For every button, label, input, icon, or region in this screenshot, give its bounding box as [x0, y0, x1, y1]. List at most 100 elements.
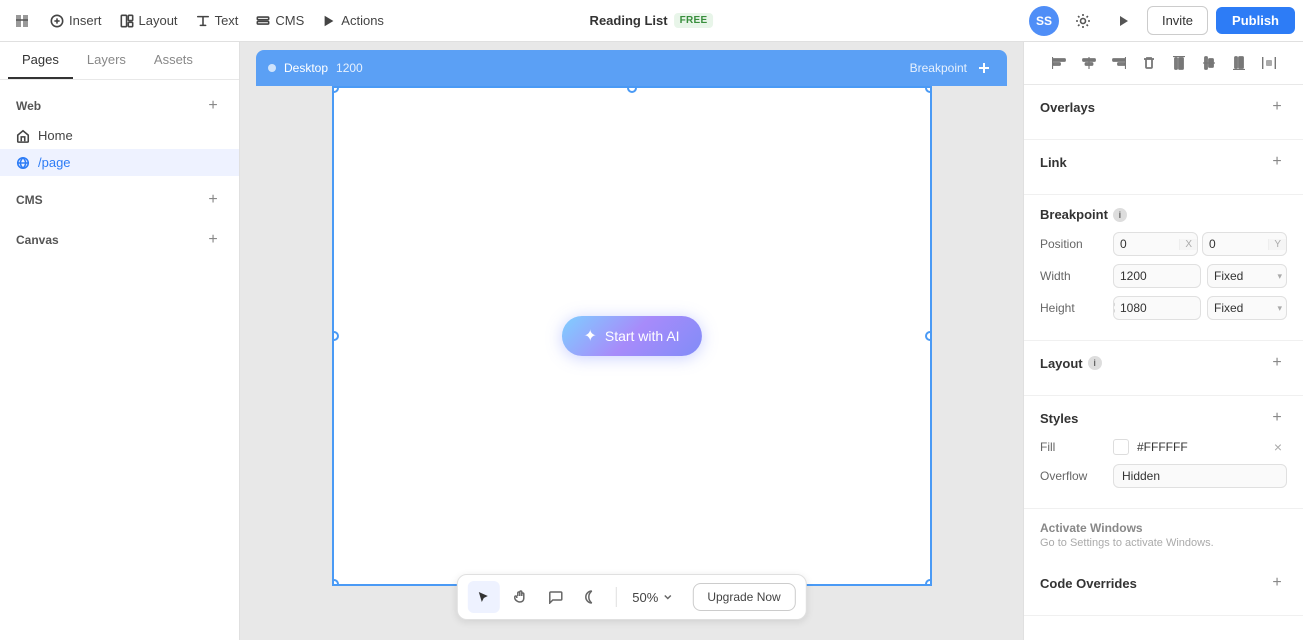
canvas-frame-wrapper: ✦ Start with AI	[332, 86, 932, 586]
code-overrides-title: Code Overrides	[1040, 576, 1137, 591]
canvas-topbar-right: Breakpoint	[910, 57, 995, 79]
dark-mode-tool[interactable]	[575, 581, 607, 613]
width-mode-arrow: ▾	[1277, 271, 1286, 282]
handle-bl[interactable]	[332, 579, 339, 586]
distribute-h-button[interactable]	[1256, 50, 1282, 76]
align-top-button[interactable]	[1166, 50, 1192, 76]
cms-button[interactable]: CMS	[248, 9, 312, 32]
text-button[interactable]: Text	[188, 9, 247, 32]
navbar-center: Reading List FREE	[590, 13, 714, 28]
globe-icon	[16, 156, 30, 170]
fill-color-swatch[interactable]	[1113, 439, 1129, 455]
fill-color-value: #FFFFFF	[1137, 440, 1261, 454]
hand-tool[interactable]	[503, 581, 535, 613]
free-badge: FREE	[674, 13, 714, 28]
comment-tool[interactable]	[539, 581, 571, 613]
panel-content: Web + Home /page CMS +	[0, 80, 239, 640]
sidebar-item-page[interactable]: /page	[0, 149, 239, 176]
handle-tr[interactable]	[925, 86, 932, 93]
height-row: Height ⛓ FixedAutoFill ▾	[1040, 296, 1287, 320]
align-center-h-button[interactable]	[1076, 50, 1102, 76]
app-logo-button[interactable]	[8, 7, 36, 35]
handle-tl[interactable]	[332, 86, 339, 93]
align-center-v-button[interactable]	[1196, 50, 1222, 76]
height-controls: ⛓ FixedAutoFill ▾	[1113, 296, 1287, 320]
handle-tm[interactable]	[627, 86, 637, 93]
web-section-title: Web	[16, 99, 41, 113]
page-label: /page	[38, 155, 71, 170]
canvas-section-title: Canvas	[16, 233, 59, 247]
position-x-input[interactable]	[1114, 233, 1179, 255]
site-name: Reading List	[590, 13, 668, 28]
avatar-button[interactable]: SS	[1029, 6, 1059, 36]
handle-ml[interactable]	[332, 331, 339, 341]
sidebar-item-home[interactable]: Home	[0, 122, 239, 149]
add-canvas-button[interactable]: +	[203, 230, 223, 250]
height-input[interactable]	[1114, 297, 1200, 319]
height-link-icon: ⛓	[1113, 300, 1118, 317]
height-label: Height	[1040, 301, 1105, 315]
fill-row: Fill #FFFFFF ×	[1040, 438, 1287, 456]
add-link-button[interactable]: +	[1267, 152, 1287, 172]
height-value-wrap: ⛓	[1113, 296, 1201, 320]
canvas-section-header: Canvas +	[0, 224, 239, 256]
position-y-input[interactable]	[1203, 233, 1268, 255]
position-x-wrap: X	[1113, 232, 1198, 256]
topbar-indicator	[268, 64, 276, 72]
select-tool[interactable]	[467, 581, 499, 613]
position-row: Position X Y	[1040, 232, 1287, 256]
breakpoint-label: Breakpoint	[910, 61, 967, 75]
add-layout-button[interactable]: +	[1267, 353, 1287, 373]
settings-button[interactable]	[1067, 5, 1099, 37]
cms-section-title: CMS	[16, 193, 43, 207]
width-input[interactable]	[1114, 265, 1200, 287]
position-x-suffix: X	[1179, 239, 1197, 250]
overflow-select[interactable]: HiddenVisibleScrollAuto	[1114, 465, 1286, 487]
tab-assets[interactable]: Assets	[140, 42, 207, 79]
align-bottom-button[interactable]	[1226, 50, 1252, 76]
breakpoint-info-icon[interactable]: i	[1113, 208, 1127, 222]
add-cms-button[interactable]: +	[203, 190, 223, 210]
overlays-section: Overlays +	[1024, 85, 1303, 140]
zoom-selector[interactable]: 50%	[624, 586, 680, 609]
activate-desc: Go to Settings to activate Windows.	[1040, 537, 1287, 549]
code-overrides-section: Code Overrides +	[1024, 561, 1303, 616]
bottom-toolbar: 50% Upgrade Now	[456, 574, 806, 620]
layout-button[interactable]: Layout	[112, 9, 186, 32]
preview-button[interactable]	[1107, 5, 1139, 37]
layout-info-icon[interactable]: i	[1088, 356, 1102, 370]
add-web-button[interactable]: +	[203, 96, 223, 116]
handle-mr[interactable]	[925, 331, 932, 341]
add-style-button[interactable]: +	[1267, 408, 1287, 428]
width-value-wrap	[1113, 264, 1201, 288]
fill-label: Fill	[1040, 440, 1105, 454]
breakpoint-section: Breakpoint i Position X Y	[1024, 195, 1303, 341]
breakpoint-add-button[interactable]	[973, 57, 995, 79]
height-mode-select[interactable]: FixedAutoFill	[1208, 297, 1277, 319]
tab-layers[interactable]: Layers	[73, 42, 140, 79]
publish-button[interactable]: Publish	[1216, 7, 1295, 34]
width-mode-select[interactable]: FixedAutoFill	[1208, 265, 1277, 287]
add-overlay-button[interactable]: +	[1267, 97, 1287, 117]
invite-button[interactable]: Invite	[1147, 6, 1208, 35]
add-code-override-button[interactable]: +	[1267, 573, 1287, 593]
overflow-label: Overflow	[1040, 469, 1105, 483]
navbar: Insert Layout Text CMS Actions Reading L…	[0, 0, 1303, 42]
canvas-viewport[interactable]: ✦ Start with AI	[240, 86, 1023, 640]
handle-br[interactable]	[925, 579, 932, 586]
align-left-button[interactable]	[1046, 50, 1072, 76]
tab-pages[interactable]: Pages	[8, 42, 73, 79]
delete-button[interactable]	[1136, 50, 1162, 76]
fill-remove-button[interactable]: ×	[1269, 438, 1287, 456]
start-with-ai-button[interactable]: ✦ Start with AI	[561, 316, 701, 356]
insert-button[interactable]: Insert	[42, 9, 110, 32]
panel-tabs: Pages Layers Assets	[0, 42, 239, 80]
canvas-frame[interactable]: ✦ Start with AI	[332, 86, 932, 586]
breakpoint-header: Breakpoint i	[1040, 207, 1287, 222]
navbar-right: SS Invite Publish	[1029, 5, 1295, 37]
breakpoint-title: Breakpoint i	[1040, 207, 1127, 222]
actions-button[interactable]: Actions	[314, 9, 392, 32]
upgrade-button[interactable]: Upgrade Now	[692, 583, 795, 611]
align-right-button[interactable]	[1106, 50, 1132, 76]
overlays-header: Overlays +	[1040, 97, 1287, 117]
